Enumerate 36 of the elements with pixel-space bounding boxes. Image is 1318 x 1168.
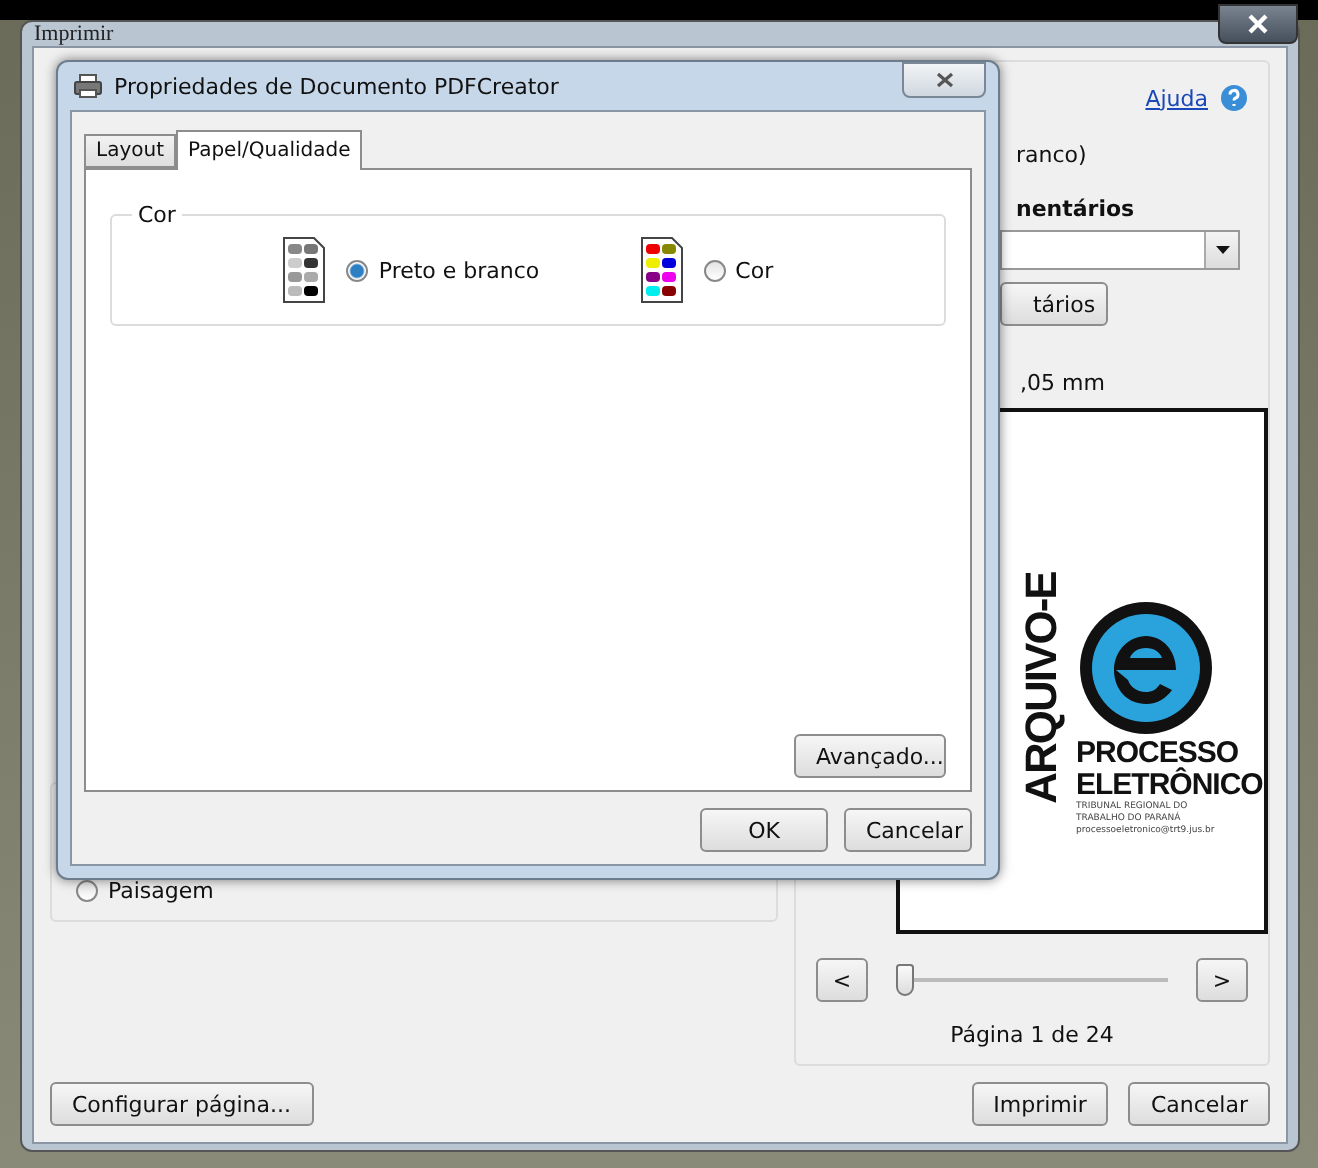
close-icon	[935, 72, 953, 88]
size-text: ,05 mm	[1020, 370, 1107, 396]
print-button[interactable]: Imprimir	[971, 1082, 1109, 1126]
cancel-button[interactable]: Cancelar	[844, 808, 972, 852]
help-icon[interactable]	[1220, 84, 1248, 112]
close-button[interactable]	[1218, 4, 1298, 44]
dialog-title: Propriedades de Documento PDFCreator	[114, 73, 561, 99]
comments-label: nentários	[1016, 196, 1137, 222]
group-title: Cor	[136, 202, 178, 228]
window-title: Imprimir	[34, 22, 114, 46]
close-button[interactable]	[902, 62, 986, 98]
comments-button[interactable]: tários	[1000, 282, 1108, 326]
slider-thumb[interactable]	[896, 964, 914, 996]
page-label: Página 1 de 24	[950, 1022, 1114, 1048]
color-radio[interactable]: Cor	[703, 257, 774, 283]
color-radio[interactable]: Preto e branco	[346, 257, 540, 283]
document-icon	[282, 236, 327, 304]
next-page-button[interactable]: >	[1196, 958, 1248, 1002]
logo-icon	[1076, 598, 1216, 738]
comments-dropdown[interactable]	[1000, 230, 1240, 270]
tab[interactable]: Layout	[84, 134, 176, 168]
vertical-title: ARQUIVO-E	[1016, 572, 1068, 804]
color-mode-text: ranco)	[1016, 142, 1089, 168]
advanced-button[interactable]: Avançado...	[794, 734, 946, 778]
printer-icon	[74, 74, 102, 98]
help-link[interactable]: Ajuda	[1145, 85, 1208, 111]
logo-title: ELETRÔNICO	[1076, 770, 1263, 802]
ok-button[interactable]: OK	[700, 808, 828, 852]
caret-icon	[1215, 246, 1229, 254]
document-icon	[639, 236, 684, 304]
cancel-button[interactable]: Cancelar	[1128, 1082, 1270, 1126]
page-setup-button[interactable]: Configurar página...	[50, 1082, 314, 1126]
logo-title: PROCESSO	[1076, 738, 1239, 770]
previous-page-button[interactable]: <	[816, 958, 868, 1002]
close-icon	[1248, 14, 1268, 34]
tab[interactable]: Papel/Qualidade	[176, 130, 363, 170]
